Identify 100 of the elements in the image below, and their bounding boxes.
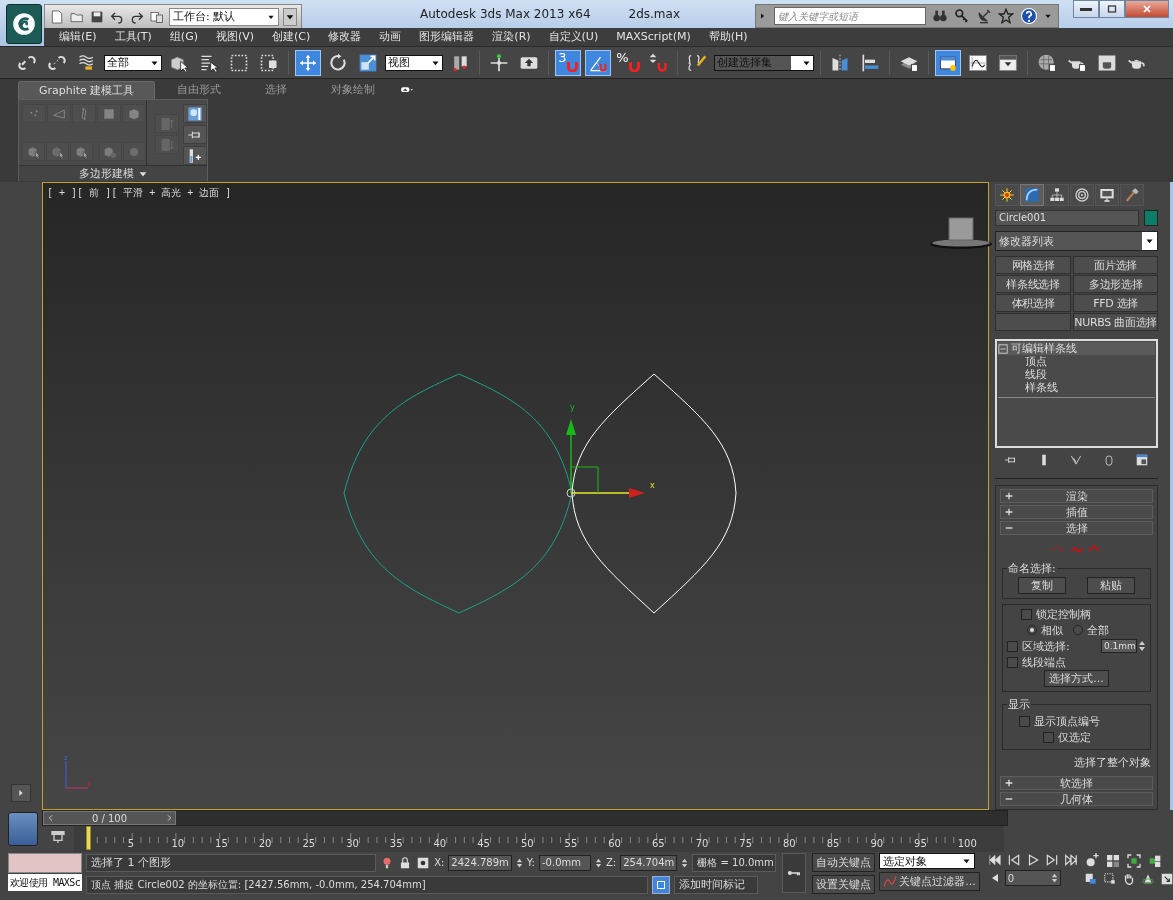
set-key-button[interactable]: [782, 853, 807, 894]
stack-item[interactable]: 样条线: [1025, 380, 1058, 396]
viewport-layout-button[interactable]: [8, 812, 38, 847]
auto-key-button[interactable]: 自动关键点: [812, 853, 876, 873]
time-cursor[interactable]: [86, 826, 91, 851]
modifier-button[interactable]: FFD 选择: [1073, 294, 1158, 313]
menu-item[interactable]: 修改器: [319, 28, 371, 46]
menu-item[interactable]: 图形编辑器: [410, 28, 484, 46]
panel-tab[interactable]: [1120, 184, 1144, 207]
help-icon[interactable]: [1020, 7, 1038, 25]
search-field[interactable]: 键入关键字或短语: [774, 7, 926, 25]
scene-explorer-button[interactable]: [935, 49, 961, 76]
rollout-header[interactable]: 选择: [1000, 521, 1153, 536]
key-filters-button[interactable]: 关键点过滤器...: [879, 872, 980, 892]
rollout-header[interactable]: 软选择: [1000, 776, 1153, 791]
panel-button[interactable]: 复制: [1017, 577, 1066, 595]
time-ruler[interactable]: 5 10 15 20 25 30 35 40 45 50 55 60 65 70 75 80 85 90 95 100: [74, 826, 1004, 853]
spinner-arrows-icon[interactable]: [681, 856, 689, 869]
object-color-swatch[interactable]: [1144, 210, 1158, 227]
spinner-arrows-icon[interactable]: [515, 856, 523, 869]
current-frame-field[interactable]: 0: [1004, 870, 1061, 887]
modifier-button[interactable]: 面片选择: [1073, 256, 1158, 275]
modifier-button[interactable]: 网格选择: [995, 256, 1072, 275]
go-end-icon[interactable]: [1063, 853, 1078, 868]
binoculars-icon[interactable]: [932, 8, 948, 24]
radio-button[interactable]: [1027, 625, 1037, 636]
add-time-tag[interactable]: 添加时间标记: [674, 875, 759, 894]
time-slider-thumb[interactable]: 0 / 100: [43, 811, 176, 826]
maxscript-mini-listener[interactable]: 欢迎使用 MAXSc: [8, 874, 83, 892]
transform-mode-icon[interactable]: [416, 855, 431, 870]
stack-item[interactable]: 顶点: [1025, 354, 1047, 370]
spinner-arrows-icon[interactable]: [595, 856, 602, 869]
collapse-icon[interactable]: [998, 343, 1008, 354]
test-tube-button[interactable]: [183, 146, 207, 166]
key-target-dropdown[interactable]: 选定对象: [879, 853, 976, 870]
workspace-dropdown[interactable]: 工作台: 默认: [169, 7, 279, 26]
panel-tab[interactable]: [1045, 184, 1069, 207]
maxscript-listener-field[interactable]: [8, 853, 83, 874]
ribbon-tab[interactable]: 自由形式: [155, 81, 244, 100]
modifier-list-dropdown[interactable]: 修改器列表: [995, 231, 1158, 252]
menu-item[interactable]: 渲染(R): [483, 28, 540, 46]
panel-button[interactable]: 粘贴: [1087, 577, 1136, 595]
make-unique-icon[interactable]: [1069, 453, 1084, 468]
app-logo[interactable]: [6, 4, 42, 44]
configure-sets-icon[interactable]: [1134, 453, 1149, 468]
zoom-all-icon[interactable]: [1104, 853, 1121, 870]
spinner-field[interactable]: 0.1mm: [1101, 639, 1137, 654]
menu-item[interactable]: 创建(C): [263, 28, 320, 46]
spinner-arrows-icon[interactable]: [1050, 872, 1058, 885]
ribbon-tab[interactable]: 选择: [243, 81, 310, 100]
toolbar-dropdown[interactable]: 全部: [104, 54, 162, 71]
star-icon[interactable]: [998, 8, 1014, 24]
menu-item[interactable]: 帮助(H): [699, 28, 757, 46]
next-frame-icon[interactable]: [1044, 853, 1059, 868]
stack-item[interactable]: 线段: [1025, 367, 1047, 383]
pin-button[interactable]: [183, 125, 207, 145]
ribbon-tab[interactable]: Graphite 建模工具: [18, 81, 156, 100]
modifier-button[interactable]: NURBS 曲面选择: [1073, 313, 1158, 332]
zoom-extents-icon[interactable]: [1125, 853, 1142, 870]
spinner-arrows-icon[interactable]: [1138, 640, 1146, 653]
track-view-icon[interactable]: [50, 829, 66, 846]
ribbon-tab[interactable]: 对象绘制: [309, 81, 398, 100]
isolate-button[interactable]: [652, 875, 671, 894]
prev-frame-icon[interactable]: [1006, 853, 1021, 868]
menu-item[interactable]: 组(G): [160, 28, 207, 46]
panel-tab[interactable]: [1070, 184, 1094, 207]
orbit-icon[interactable]: [1140, 872, 1155, 887]
checkbox[interactable]: [1019, 715, 1030, 727]
menu-item[interactable]: 动画: [370, 28, 411, 46]
radio-button[interactable]: [1073, 625, 1083, 636]
menu-item[interactable]: 工具(T): [105, 28, 161, 46]
viewport-label[interactable]: [ + ][ 前 ][ 平滑 + 高光 + 边面 ]: [47, 186, 232, 201]
vertex-dots-button[interactable]: [22, 104, 46, 124]
move-button[interactable]: [295, 49, 321, 76]
modifier-button[interactable]: 多边形选择: [1073, 275, 1158, 294]
panel-tab[interactable]: [1020, 184, 1044, 207]
set-key-mode-button[interactable]: 设置关键点: [812, 875, 876, 895]
modifier-button[interactable]: 体积选择: [995, 294, 1072, 313]
restore-button[interactable]: [1099, 0, 1125, 18]
rollout-header[interactable]: 插值: [1000, 505, 1153, 520]
panel-button[interactable]: 选择方式...: [1044, 670, 1109, 688]
menu-item[interactable]: MAXScript(M): [607, 28, 700, 46]
new-file-icon[interactable]: [49, 8, 65, 25]
menu-item[interactable]: 自定义(U): [539, 28, 608, 46]
menu-item[interactable]: 视图(V): [206, 28, 264, 46]
checkbox[interactable]: [1007, 640, 1018, 652]
view-cube[interactable]: [930, 217, 992, 250]
field-of-view-icon[interactable]: [1083, 872, 1098, 887]
move-gizmo[interactable]: [566, 419, 645, 499]
coordinate-field[interactable]: 254.704m: [620, 854, 678, 871]
minimize-button[interactable]: [1073, 0, 1099, 18]
go-start-icon[interactable]: [987, 853, 1002, 868]
rollout-header[interactable]: 渲染: [1000, 489, 1153, 504]
modifier-button[interactable]: 样条线选择: [995, 275, 1072, 294]
magnet-button[interactable]: 3: [555, 49, 581, 76]
rollout-header[interactable]: 几何体: [1000, 792, 1153, 807]
region-zoom-icon[interactable]: [1102, 872, 1117, 887]
checkbox[interactable]: [1021, 608, 1032, 620]
angle-snap-button[interactable]: [585, 49, 611, 76]
toolbar-dropdown[interactable]: 视图: [385, 54, 443, 71]
